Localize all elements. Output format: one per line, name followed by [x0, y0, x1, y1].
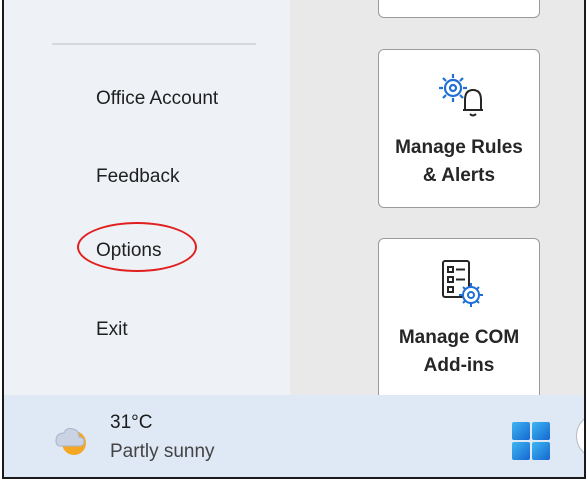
- gear-bell-icon: [439, 74, 483, 117]
- nav-item-options[interactable]: Options: [96, 240, 161, 262]
- partly-sunny-icon: [55, 428, 86, 455]
- windows-start-icon[interactable]: [511, 421, 551, 461]
- search-button-partial[interactable]: [576, 413, 584, 459]
- tile-label-line1: Manage Rules: [395, 137, 523, 158]
- nav-item-feedback[interactable]: Feedback: [96, 166, 179, 188]
- weather-condition: Partly sunny: [110, 441, 215, 462]
- tools-pane: Manage Rules & Alerts Manage COM Add-ins: [290, 0, 584, 400]
- nav-divider: [52, 43, 256, 45]
- tile-partial-top[interactable]: [378, 0, 540, 18]
- weather-temperature: 31°C: [110, 412, 153, 433]
- nav-item-exit[interactable]: Exit: [96, 319, 128, 341]
- list-gear-icon: [442, 260, 483, 307]
- nav-item-office-account[interactable]: Office Account: [96, 88, 218, 110]
- outlook-backstage-window: Office Account Feedback Options Exit Man…: [2, 0, 586, 479]
- tile-label-line1: Manage COM: [398, 327, 520, 348]
- backstage-nav-pane: Office Account Feedback Options Exit: [4, 0, 290, 395]
- windows-taskbar: 31°C Partly sunny: [4, 395, 584, 477]
- tile-label-line2: & Alerts: [422, 165, 496, 186]
- manage-com-addins-button[interactable]: Manage COM Add-ins: [378, 238, 540, 400]
- manage-rules-alerts-button[interactable]: Manage Rules & Alerts: [378, 49, 540, 208]
- tile-label-line2: Add-ins: [423, 355, 495, 376]
